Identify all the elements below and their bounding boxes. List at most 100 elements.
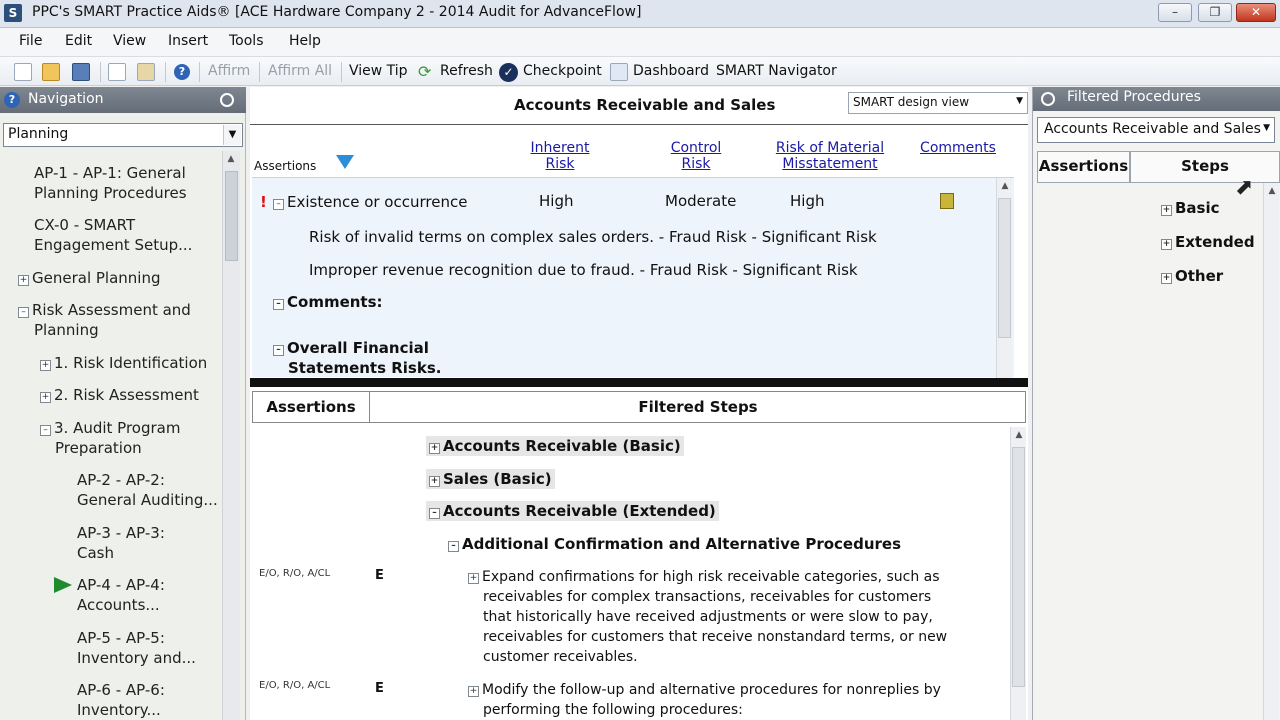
checkpoint-button[interactable]: Checkpoint	[523, 63, 602, 79]
expand-icon[interactable]: +	[40, 360, 51, 371]
pane-splitter[interactable]	[250, 378, 1028, 387]
affirm-all-button[interactable]: Affirm All	[268, 63, 332, 79]
minimize-button[interactable]: –	[1158, 3, 1192, 22]
top-grid-scrollbar[interactable]: ▲	[996, 178, 1012, 378]
new-document-icon[interactable]	[14, 63, 32, 81]
view-select[interactable]: SMART design view ▼	[848, 92, 1028, 114]
nav-item-risk-assessment[interactable]: +2. Risk Assessment	[40, 385, 199, 405]
comments-header[interactable]: Comments	[918, 140, 998, 156]
collapse-icon[interactable]: –	[448, 541, 459, 552]
menu-view[interactable]: View	[113, 33, 146, 49]
procedure-group-extended[interactable]: + Extended	[1161, 233, 1255, 251]
subsection-additional-confirmation[interactable]: – Additional Confirmation and Alternative…	[448, 535, 901, 553]
risk-item: Improper revenue recognition due to frau…	[309, 261, 858, 279]
filter-icon[interactable]	[336, 155, 354, 169]
scroll-thumb[interactable]	[1012, 447, 1025, 687]
refresh-icon: ⟳	[418, 62, 432, 81]
nav-item-ap2[interactable]: AP-2 - AP-2: General Auditing...	[77, 470, 218, 510]
refresh-button[interactable]: Refresh	[440, 63, 493, 79]
copy-icon[interactable]	[108, 63, 126, 81]
inherent-risk-header[interactable]: Inherent Risk	[520, 140, 600, 172]
procedures-scrollbar[interactable]: ▲	[1263, 183, 1279, 720]
dashboard-button[interactable]: Dashboard	[633, 63, 709, 79]
collapse-icon[interactable]: –	[18, 307, 29, 318]
menu-help[interactable]: Help	[289, 33, 321, 49]
tab-steps[interactable]: Steps	[1130, 151, 1280, 183]
view-tip-button[interactable]: View Tip	[349, 63, 408, 79]
menu-insert[interactable]: Insert	[168, 33, 208, 49]
navigation-select[interactable]: Planning ▼	[3, 123, 243, 147]
procedure-group-other[interactable]: + Other	[1161, 267, 1223, 285]
comments-section[interactable]: – Comments:	[273, 293, 383, 311]
help-icon[interactable]: ?	[174, 64, 190, 80]
expand-icon[interactable]: +	[18, 275, 29, 286]
nav-item-risk-identification[interactable]: +1. Risk Identification	[40, 353, 207, 373]
scroll-up-icon[interactable]: ▲	[1264, 183, 1280, 199]
nav-item-ap5[interactable]: AP-5 - AP-5: Inventory and...	[77, 628, 196, 668]
expand-icon[interactable]: +	[429, 476, 440, 487]
collapse-icon[interactable]: –	[40, 425, 51, 436]
expand-icon[interactable]: +	[468, 686, 479, 697]
section-sales-basic[interactable]: + Sales (Basic)	[426, 469, 555, 489]
nav-item-ap1[interactable]: AP-1 - AP-1: General Planning Procedures	[34, 163, 187, 203]
app-icon: S	[4, 4, 22, 22]
menu-file[interactable]: File	[19, 33, 42, 49]
expand-icon[interactable]: +	[1161, 273, 1172, 284]
scroll-thumb[interactable]	[998, 198, 1011, 338]
nav-item-risk-assessment-planning[interactable]: – Risk Assessment and Planning	[18, 300, 191, 340]
collapse-icon[interactable]: –	[273, 299, 284, 310]
affirm-button[interactable]: Affirm	[208, 63, 250, 79]
pin-icon[interactable]	[220, 93, 234, 107]
rmm-header[interactable]: Risk of Material Misstatement	[770, 140, 890, 172]
menu-tools[interactable]: Tools	[229, 33, 264, 49]
filtered-procedures-title: Filtered Procedures	[1067, 89, 1201, 105]
paste-icon[interactable]	[137, 63, 155, 81]
control-risk-header[interactable]: Control Risk	[656, 140, 736, 172]
nav-item-ap3[interactable]: AP-3 - AP-3: Cash	[77, 523, 165, 563]
scroll-up-icon[interactable]: ▲	[997, 178, 1013, 194]
toolbar-separator	[165, 62, 166, 82]
restore-button[interactable]: ❐	[1198, 3, 1232, 22]
comment-note-icon[interactable]	[940, 193, 954, 209]
nav-item-audit-program-preparation[interactable]: –3. Audit Program Preparation	[40, 418, 180, 458]
chevron-down-icon: ▼	[223, 125, 241, 145]
collapse-icon[interactable]: –	[429, 508, 440, 519]
expand-icon[interactable]: +	[40, 392, 51, 403]
navigation-help-icon[interactable]: ?	[4, 92, 20, 108]
menu-edit[interactable]: Edit	[65, 33, 92, 49]
section-ar-basic[interactable]: + Accounts Receivable (Basic)	[426, 436, 684, 456]
collapse-icon[interactable]: –	[273, 345, 284, 356]
navigation-scrollbar[interactable]: ▲	[222, 151, 240, 720]
nav-item-ap4[interactable]: AP-4 - AP-4: Accounts...	[77, 575, 165, 615]
tab-assertions[interactable]: Assertions	[1037, 151, 1130, 183]
steps-scrollbar[interactable]: ▲	[1010, 427, 1026, 720]
expand-icon[interactable]: +	[468, 573, 479, 584]
procedure-filter-select[interactable]: Accounts Receivable and Sales ▼	[1037, 117, 1275, 143]
close-button[interactable]: ✕	[1236, 3, 1276, 22]
procedure-group-basic[interactable]: + Basic	[1161, 199, 1220, 217]
control-risk-value[interactable]: Moderate	[665, 192, 736, 210]
assertions-tab-header[interactable]: Assertions	[253, 392, 370, 422]
expand-icon[interactable]: +	[1161, 205, 1172, 216]
expand-icon[interactable]: +	[429, 443, 440, 454]
expand-icon[interactable]: +	[1161, 239, 1172, 250]
open-folder-icon[interactable]	[42, 63, 60, 81]
nav-item-general-planning[interactable]: + General Planning	[18, 268, 161, 288]
rmm-value[interactable]: High	[790, 192, 824, 210]
section-ar-extended[interactable]: – Accounts Receivable (Extended)	[426, 501, 719, 521]
toolbar-separator	[100, 62, 101, 82]
overall-financial-section[interactable]: – Overall Financial Statements Risks.	[273, 338, 441, 378]
save-icon[interactable]	[72, 63, 90, 81]
collapse-icon[interactable]: –	[273, 199, 284, 210]
scroll-up-icon[interactable]: ▲	[223, 151, 239, 167]
procedure-step[interactable]: + Modify the follow-up and alternative pr…	[468, 680, 941, 720]
scroll-up-icon[interactable]: ▲	[1011, 427, 1027, 443]
nav-item-cx0[interactable]: CX-0 - SMART Engagement Setup...	[34, 215, 192, 255]
procedure-step[interactable]: + Expand confirmations for high risk rece…	[468, 567, 947, 667]
inherent-risk-value[interactable]: High	[539, 192, 573, 210]
assertion-row[interactable]: – Existence or occurrence	[273, 193, 467, 211]
smart-navigator-button[interactable]: SMART Navigator	[716, 63, 837, 79]
scroll-thumb[interactable]	[225, 171, 238, 261]
nav-item-ap6[interactable]: AP-6 - AP-6: Inventory...	[77, 680, 165, 720]
pin-icon[interactable]	[1041, 92, 1055, 106]
